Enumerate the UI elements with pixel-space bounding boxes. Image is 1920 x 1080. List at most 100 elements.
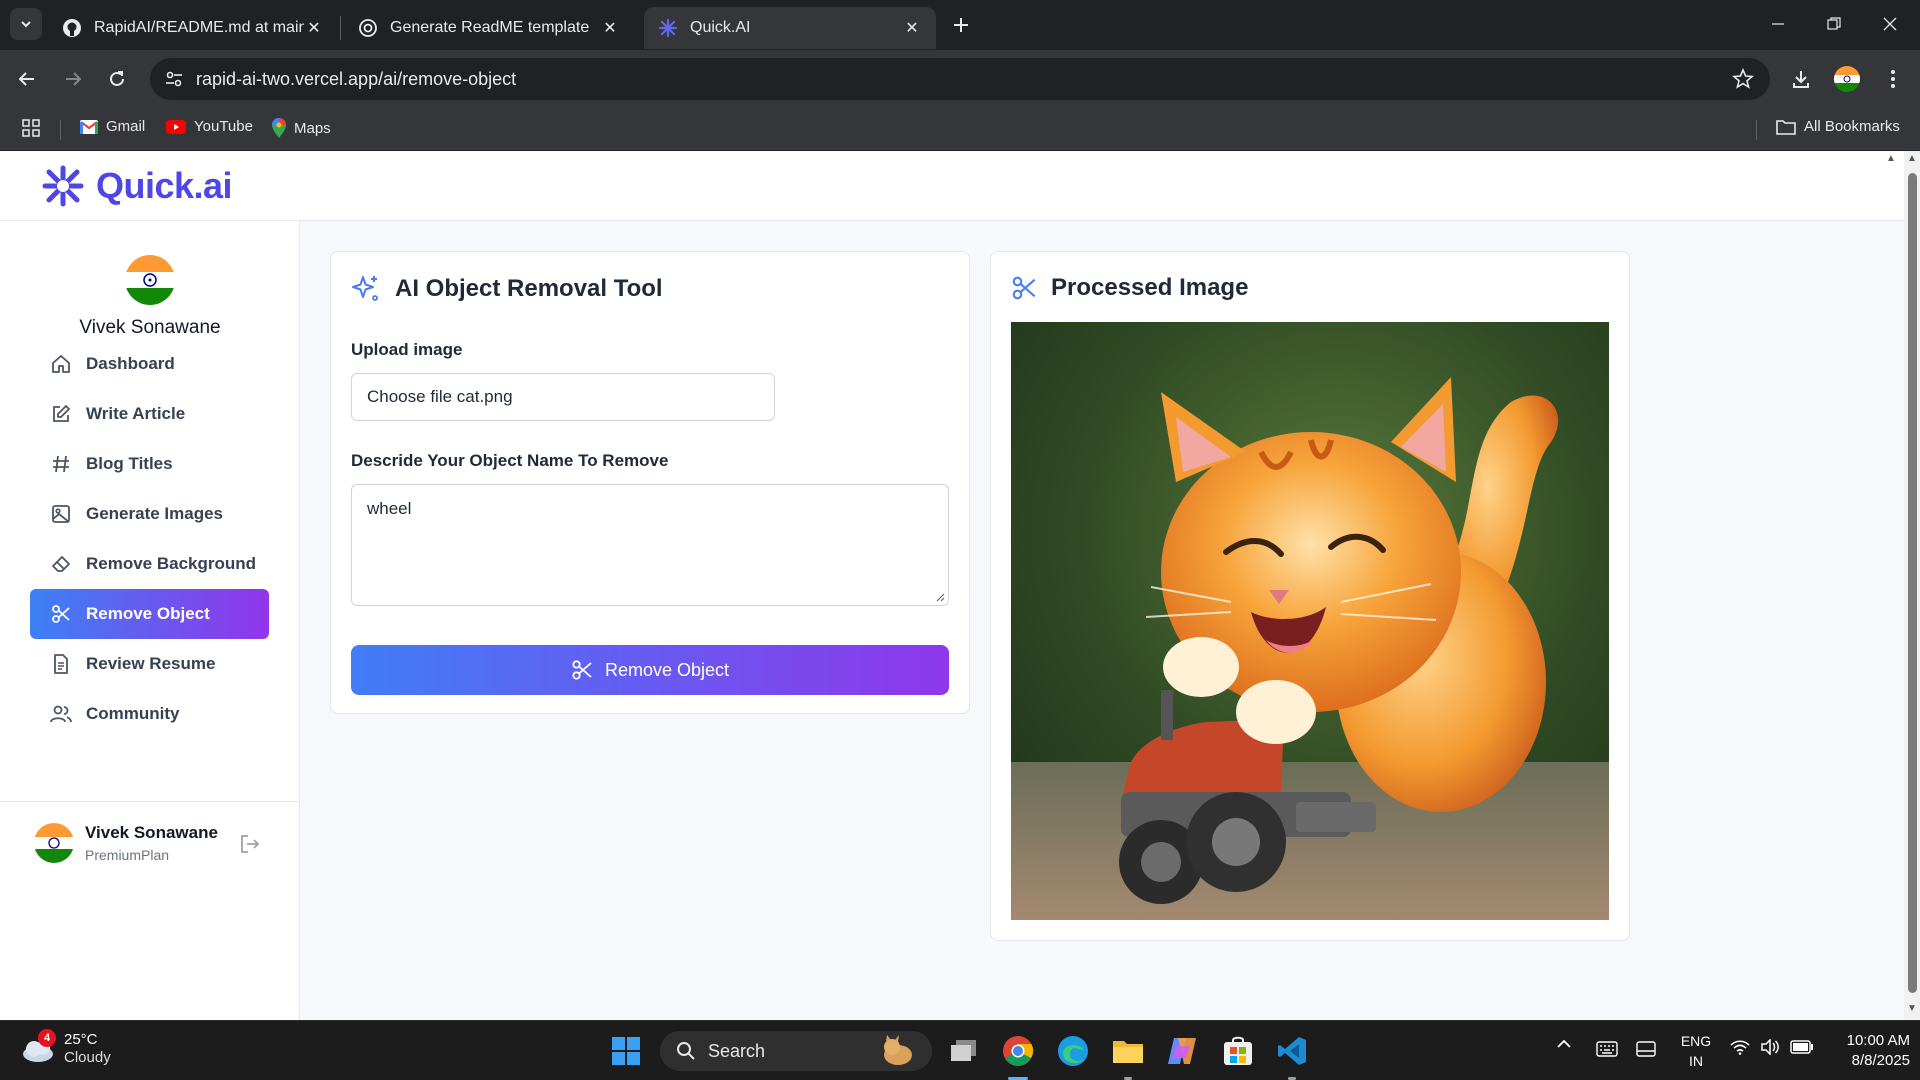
browser-toolbar: rapid-ai-two.vercel.app/ai/remove-object — [0, 50, 1920, 108]
sidebar-item-label: Generate Images — [86, 504, 224, 523]
taskbar-file-explorer[interactable] — [1110, 1033, 1146, 1069]
users-icon — [50, 703, 72, 725]
remove-object-button[interactable]: Remove Object — [351, 645, 949, 695]
sidebar-item-label: Write Article — [86, 404, 186, 423]
site-settings-icon[interactable] — [164, 69, 184, 89]
youtube-icon — [166, 119, 186, 134]
bookmark-label: Maps — [294, 119, 331, 137]
profile-name: Vivek Sonawane — [85, 823, 218, 842]
sidebar-item-label: Community — [86, 704, 180, 723]
page-viewport: Quick.ai Vivek Sonawane Dashboard Write … — [0, 151, 1904, 1020]
restore-button[interactable] — [1806, 0, 1862, 48]
reload-button[interactable] — [102, 64, 132, 94]
upload-label: Upload image — [351, 340, 463, 359]
keyboard-icon — [1596, 1041, 1618, 1057]
taskbar-store[interactable] — [1220, 1033, 1256, 1069]
sidebar-item-remove-background[interactable]: Remove Background — [30, 539, 269, 589]
cat-on-toy-car-image — [1011, 322, 1609, 920]
gmail-icon — [80, 119, 98, 134]
system-clock[interactable]: 10:00 AM 8/8/2025 — [1820, 1031, 1910, 1071]
tab-github[interactable]: RapidAI/README.md at main · ✕ — [48, 7, 338, 49]
taskbar-vscode[interactable] — [1274, 1033, 1310, 1069]
tab-search-button[interactable] — [10, 8, 42, 40]
taskbar-search[interactable]: Search — [660, 1031, 932, 1071]
sidebar-item-dashboard[interactable]: Dashboard — [30, 339, 269, 389]
logout-icon[interactable] — [239, 833, 261, 860]
avatar[interactable] — [34, 823, 74, 863]
quick-settings-button[interactable] — [1730, 1039, 1814, 1055]
volume-icon — [1761, 1039, 1779, 1055]
new-tab-button[interactable] — [948, 12, 974, 38]
folder-icon — [1113, 1041, 1143, 1063]
window-scrollbar[interactable]: ▲ ▼ — [1904, 151, 1920, 1020]
all-bookmarks-button[interactable]: All Bookmarks — [1776, 118, 1900, 135]
close-icon[interactable]: ✕ — [304, 18, 324, 38]
minimize-button[interactable] — [1750, 0, 1806, 48]
apps-button[interactable] — [22, 119, 40, 137]
sidebar-item-community[interactable]: Community — [30, 689, 269, 739]
taskbar-chrome[interactable] — [1000, 1033, 1036, 1069]
taskbar-copilot[interactable] — [1164, 1033, 1200, 1069]
scrollbar-thumb[interactable] — [1908, 173, 1917, 993]
bookmark-maps[interactable]: Maps — [272, 118, 331, 138]
profile-plan: PremiumPlan — [85, 847, 170, 863]
back-button[interactable] — [12, 64, 42, 94]
app-logo[interactable]: Quick.ai — [40, 165, 233, 207]
github-icon — [63, 19, 81, 37]
image-icon — [50, 503, 72, 525]
sidebar-item-label: Blog Titles — [86, 454, 173, 473]
address-bar[interactable]: rapid-ai-two.vercel.app/ai/remove-object — [150, 58, 1770, 100]
bookmark-gmail[interactable]: Gmail — [80, 118, 145, 135]
weather-widget[interactable]: 25°C Cloudy — [20, 1031, 111, 1067]
page-scroll-up-icon[interactable]: ▲ — [1886, 153, 1896, 164]
object-description-textarea[interactable]: wheel — [351, 484, 949, 606]
taskbar: 25°C Cloudy 4 Search ENG IN 10:00 AM 8/8… — [0, 1020, 1920, 1080]
copilot-icon — [1168, 1038, 1196, 1064]
touch-keyboard-button[interactable] — [1596, 1041, 1618, 1057]
user-profile-card[interactable]: Vivek Sonawane PremiumPlan — [34, 821, 274, 871]
sidebar-item-label: Remove Object — [86, 604, 210, 623]
close-icon[interactable]: ✕ — [902, 18, 922, 38]
close-icon[interactable]: ✕ — [600, 18, 620, 38]
tray-overflow-button[interactable] — [1556, 1039, 1572, 1049]
task-view-button[interactable] — [946, 1033, 982, 1069]
url-text: rapid-ai-two.vercel.app/ai/remove-object — [196, 68, 517, 89]
sidebar-item-remove-object[interactable]: Remove Object — [30, 589, 269, 639]
scroll-down-icon[interactable]: ▼ — [1907, 1003, 1917, 1014]
india-flag-avatar-icon — [125, 255, 175, 305]
taskbar-edge[interactable] — [1055, 1033, 1091, 1069]
clock-time: 10:00 AM — [1846, 1032, 1910, 1049]
wifi-icon — [1730, 1040, 1750, 1055]
cat-search-highlight-icon — [884, 1035, 912, 1065]
browser-menu-button[interactable] — [1878, 64, 1908, 94]
file-upload-input[interactable]: Choose file cat.png — [351, 373, 775, 421]
profile-avatar[interactable] — [1832, 64, 1862, 94]
star-icon[interactable] — [1732, 68, 1754, 90]
downloads-button[interactable] — [1786, 64, 1816, 94]
sidebar-item-label: Remove Background — [86, 554, 257, 573]
sidebar-item-blog-titles[interactable]: Blog Titles — [30, 439, 269, 489]
input-language[interactable]: ENG IN — [1674, 1031, 1718, 1071]
close-window-button[interactable] — [1862, 0, 1918, 48]
avatar[interactable] — [125, 255, 175, 305]
bookmark-separator — [1756, 120, 1757, 140]
store-icon — [1224, 1036, 1252, 1065]
resize-handle-icon[interactable] — [935, 592, 945, 602]
vscode-icon — [1278, 1037, 1306, 1065]
maps-icon — [272, 118, 286, 138]
sidebar-item-generate-images[interactable]: Generate Images — [30, 489, 269, 539]
start-button[interactable] — [608, 1033, 644, 1069]
tab-quickai[interactable]: Quick.AI ✕ — [644, 7, 936, 49]
close-icon — [1883, 17, 1897, 31]
user-name: Vivek Sonawane — [79, 317, 221, 338]
more-vertical-icon — [1891, 70, 1895, 88]
sidebar-item-review-resume[interactable]: Review Resume — [30, 639, 269, 689]
processed-image[interactable] — [1011, 322, 1609, 920]
scroll-up-icon[interactable]: ▲ — [1907, 153, 1917, 164]
bookmark-youtube[interactable]: YouTube — [166, 118, 253, 135]
tab-chatgpt[interactable]: Generate ReadME template ✕ — [344, 7, 634, 49]
tablet-mode-button[interactable] — [1636, 1041, 1656, 1057]
forward-button[interactable] — [58, 64, 88, 94]
eraser-icon — [50, 553, 72, 575]
sidebar-item-write-article[interactable]: Write Article — [30, 389, 269, 439]
